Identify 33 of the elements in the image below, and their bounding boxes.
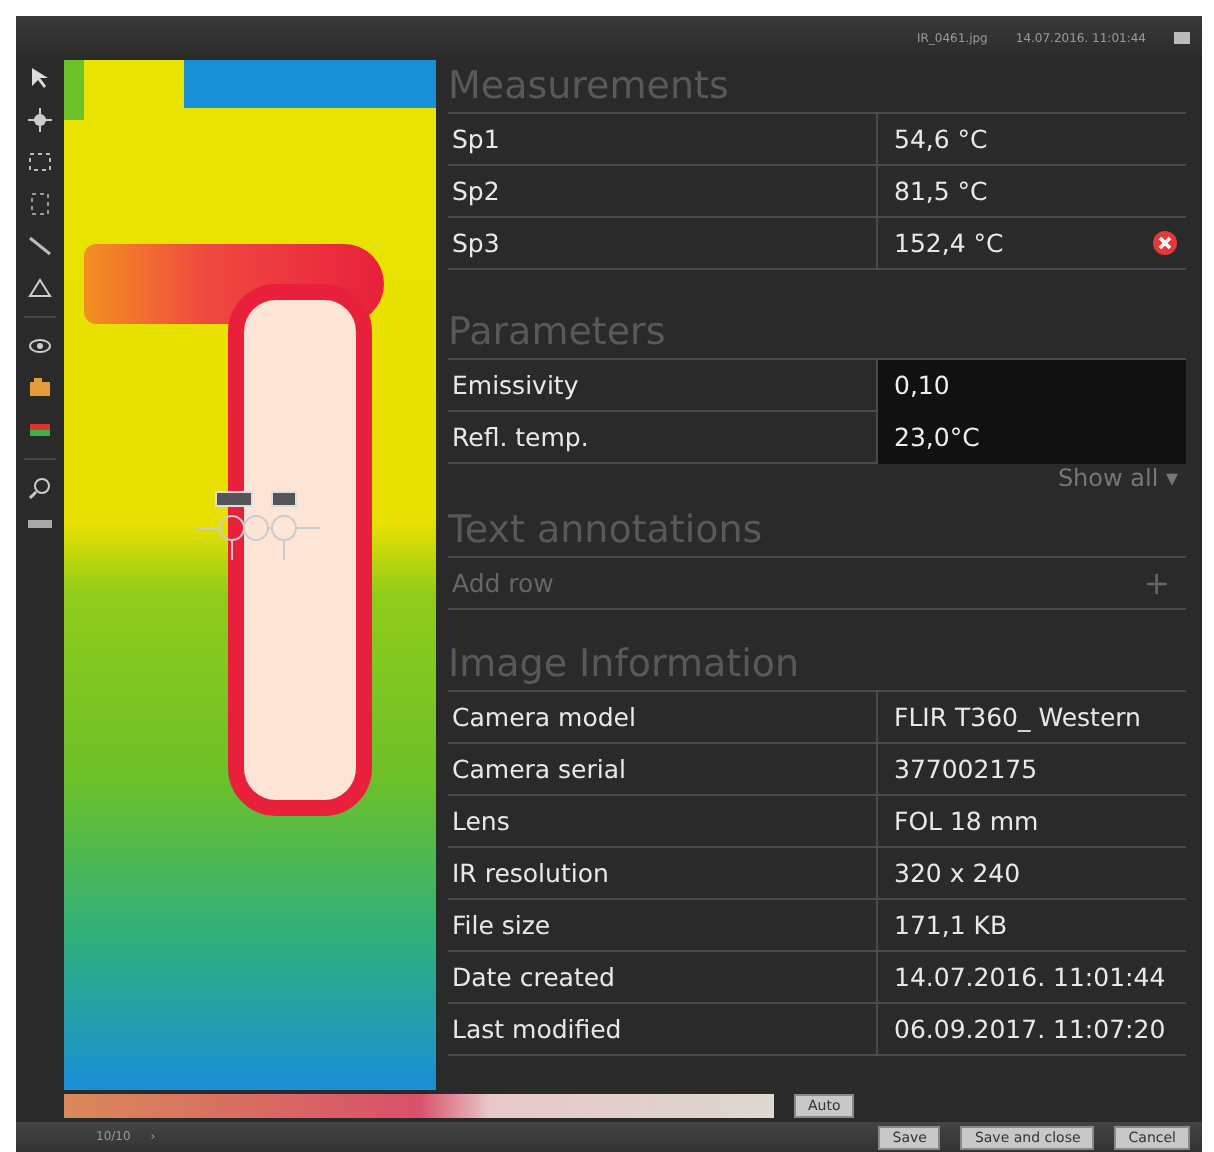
- info-value: FLIR T360_ Western: [892, 702, 1141, 732]
- box-icon[interactable]: [26, 148, 54, 176]
- palette-scale[interactable]: [64, 1094, 774, 1118]
- measurement-label: Sp1: [448, 114, 878, 164]
- info-label: Camera model: [448, 692, 878, 742]
- crosshair-icon[interactable]: [26, 106, 54, 134]
- triangle-icon[interactable]: [26, 274, 54, 302]
- info-value: 14.07.2016. 11:01:44: [892, 962, 1166, 992]
- parameter-field[interactable]: 23,0°C: [878, 411, 1186, 463]
- parameter-field[interactable]: 0,10: [878, 359, 1186, 411]
- info-value: 320 x 240: [892, 858, 1021, 888]
- line-icon[interactable]: [26, 232, 54, 260]
- info-value: 377002175: [892, 754, 1038, 784]
- info-label: IR resolution: [448, 848, 878, 898]
- box-icon[interactable]: [26, 190, 54, 218]
- info-value: 06.09.2017. 11:07:20: [892, 1014, 1166, 1044]
- ruler-icon[interactable]: [26, 516, 54, 532]
- info-value: 171,1 KB: [892, 910, 1008, 940]
- camera-icon[interactable]: [26, 374, 54, 402]
- info-label: Last modified: [448, 1004, 878, 1054]
- info-label: File size: [448, 900, 878, 950]
- measurement-value: 152,4 °C: [892, 228, 1004, 258]
- info-label: Camera serial: [448, 744, 878, 794]
- info-label: Date created: [448, 952, 878, 1002]
- measurement-value: 54,6 °C: [892, 124, 988, 154]
- measurement-value: 81,5 °C: [892, 176, 988, 206]
- warm-region: [64, 60, 84, 120]
- info-value: FOL 18 mm: [892, 806, 1039, 836]
- measurement-label: Sp3: [448, 218, 878, 268]
- measurement-label: Sp2: [448, 166, 878, 216]
- info-label: Lens: [448, 796, 878, 846]
- alarm-icon[interactable]: [1152, 230, 1178, 256]
- zoom-icon[interactable]: [26, 474, 54, 502]
